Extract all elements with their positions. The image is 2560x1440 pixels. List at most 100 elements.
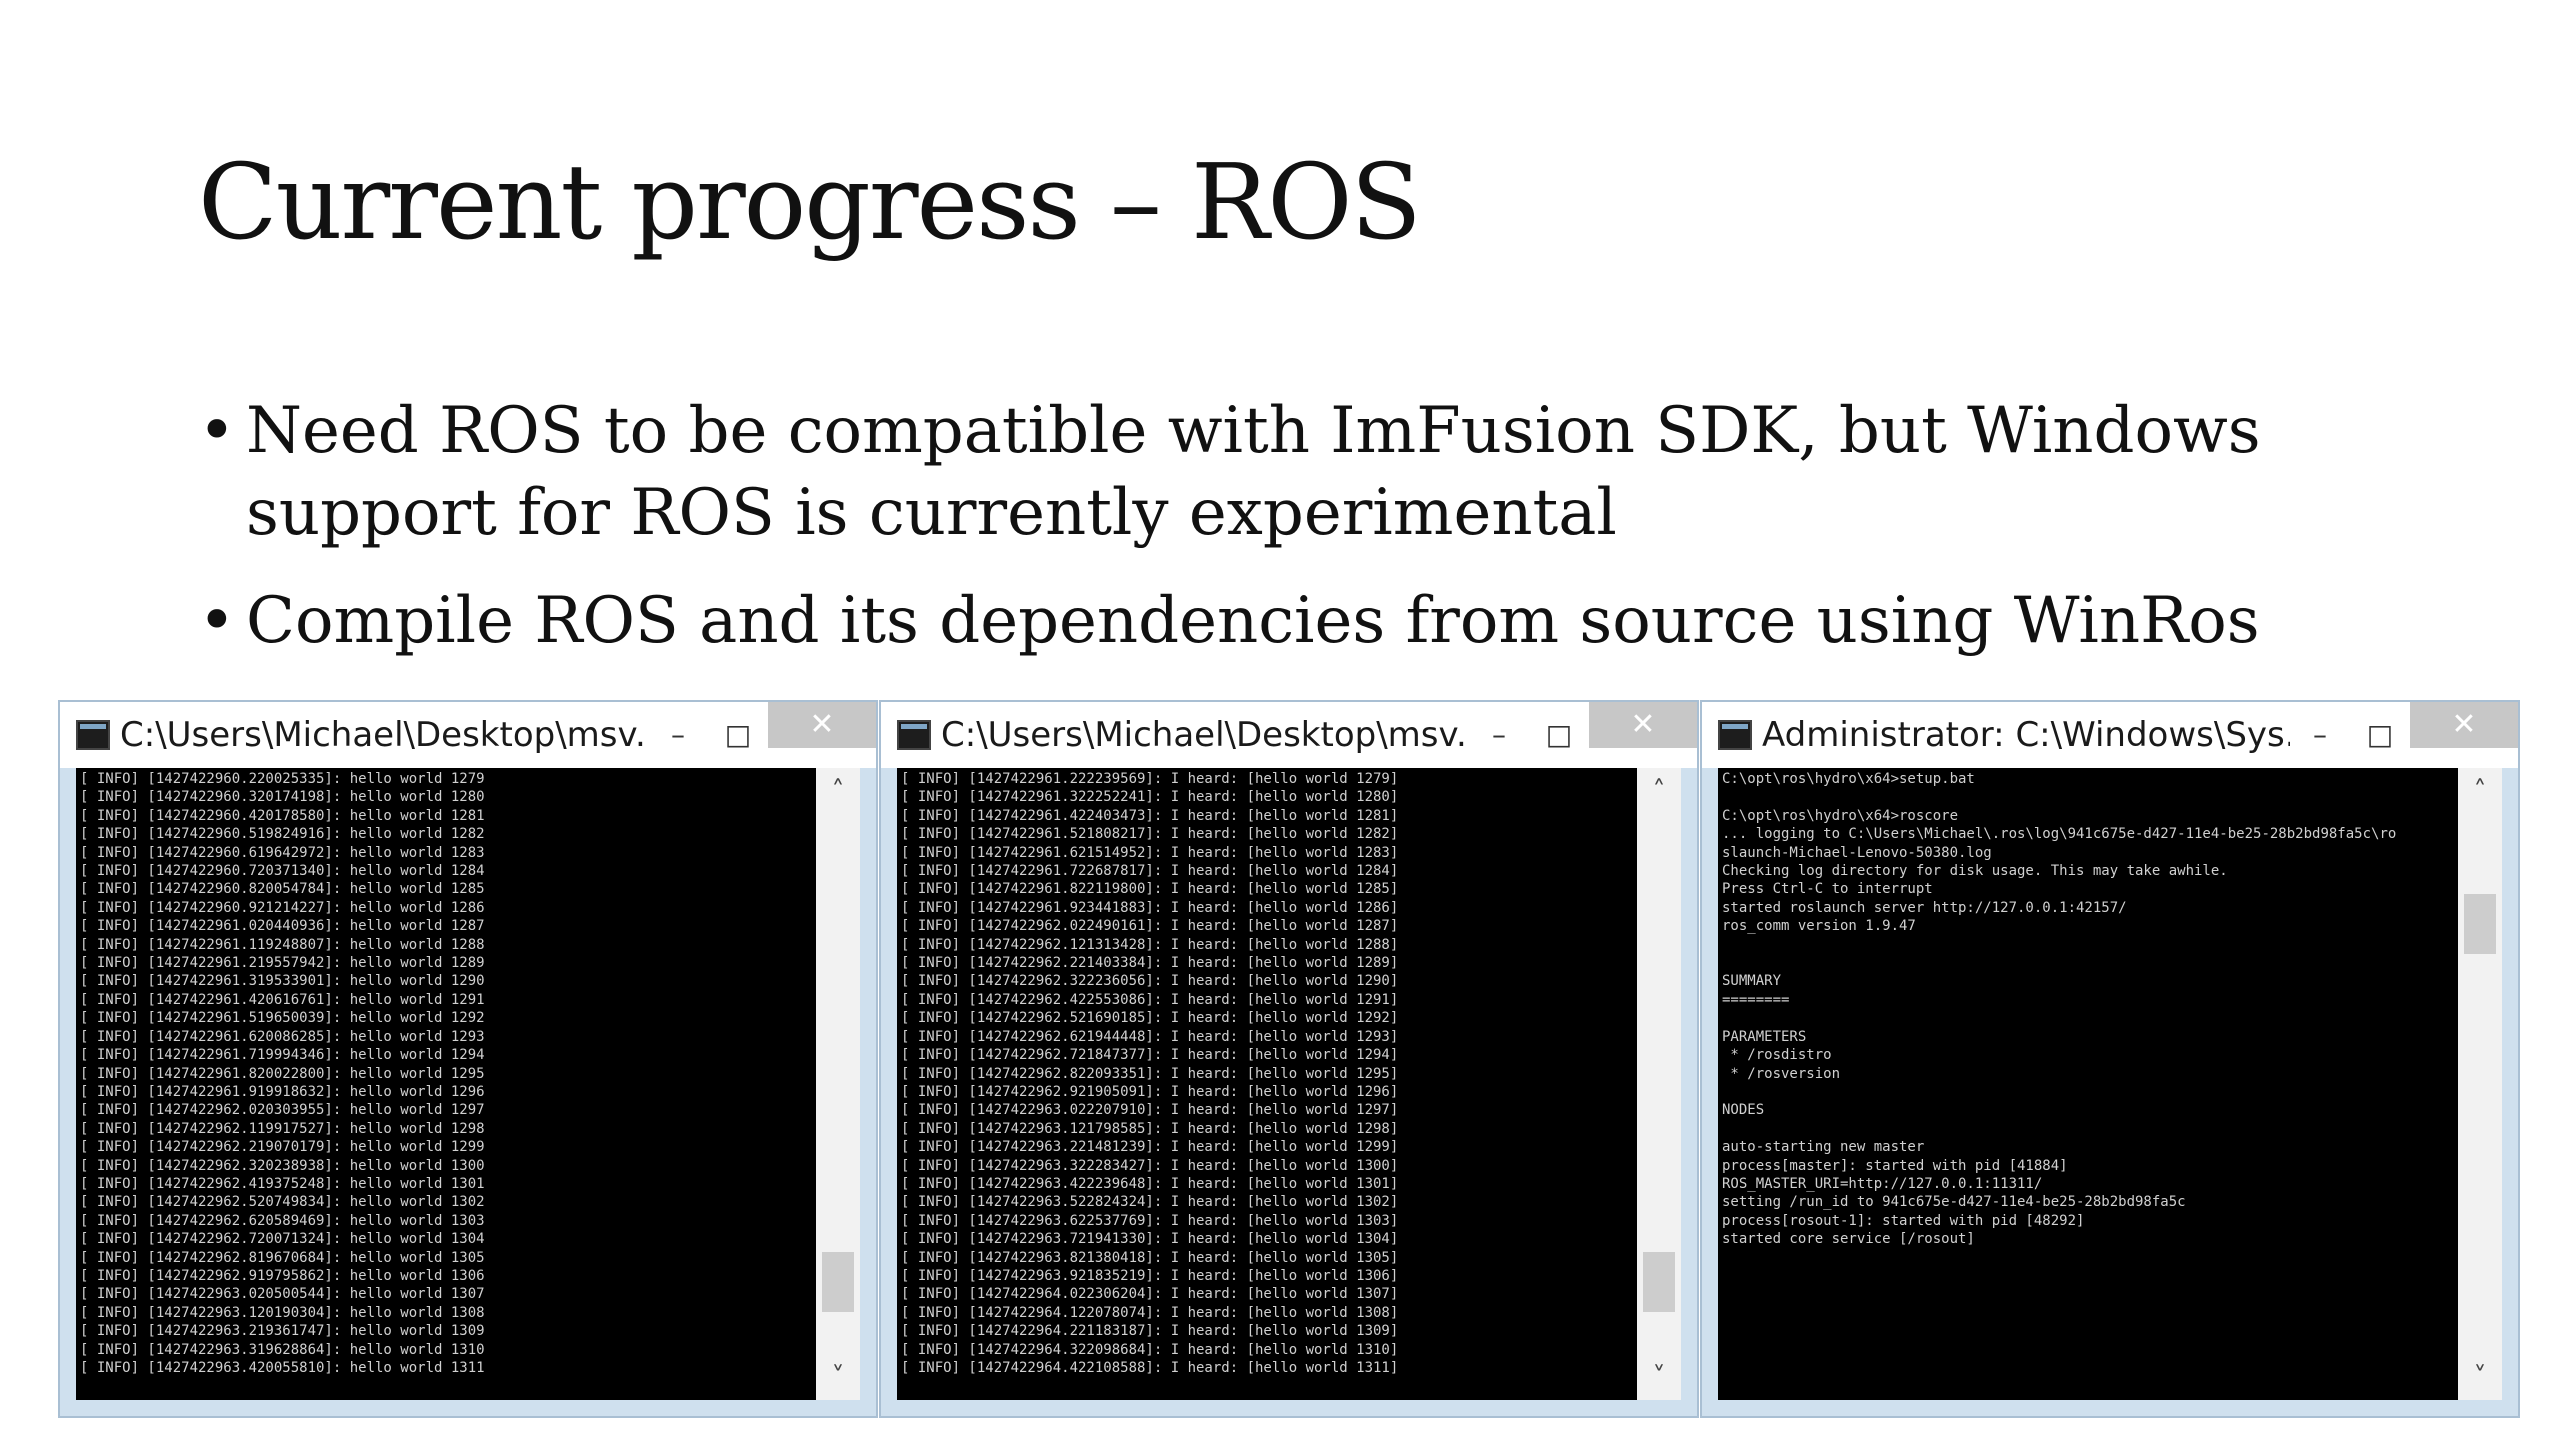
console-line: [ INFO] [1427422963.121798585]: I heard:… (901, 1120, 1399, 1137)
console-line: [ INFO] [1427422963.522824324]: I heard:… (901, 1194, 1399, 1211)
console-line: [ INFO] [1427422961.222239569]: I heard:… (901, 771, 1399, 787)
console-line: started roslaunch server http://127.0.0.… (1722, 899, 2127, 916)
maximize-button[interactable]: □ (2350, 702, 2410, 768)
scroll-down-arrow-icon[interactable]: ˅ (1637, 1362, 1681, 1392)
console-line: [ INFO] [1427422960.220025335]: hello wo… (80, 771, 485, 787)
scroll-down-arrow-icon[interactable]: ˅ (816, 1362, 860, 1392)
close-button[interactable]: ✕ (2410, 702, 2518, 748)
vertical-scrollbar[interactable]: ˄ ˅ (816, 768, 860, 1400)
console-line: [ INFO] [1427422963.622537769]: I heard:… (901, 1212, 1399, 1229)
console-line: [ INFO] [1427422962.520749834]: hello wo… (80, 1194, 485, 1211)
console-window-listener[interactable]: C:\Users\Michael\Desktop\msv... – □ ✕ [ … (879, 700, 1699, 1418)
console-line: [ INFO] [1427422963.821380418]: I heard:… (901, 1249, 1399, 1266)
bullet-marker: • (198, 394, 236, 468)
console-line: [ INFO] [1427422964.022306204]: I heard:… (901, 1286, 1399, 1303)
console-output[interactable]: C:\opt\ros\hydro\x64>setup.bat C:\opt\ro… (1718, 768, 2460, 1400)
console-icon (1718, 720, 1752, 750)
console-line: [ INFO] [1427422961.521808217]: I heard:… (901, 826, 1399, 843)
scrollbar-thumb[interactable] (1643, 1252, 1675, 1313)
scroll-up-arrow-icon[interactable]: ˄ (2458, 776, 2502, 806)
close-button[interactable]: ✕ (1589, 702, 1697, 748)
console-icon (76, 720, 110, 750)
console-line: [ INFO] [1427422962.919795862]: hello wo… (80, 1267, 485, 1284)
console-line: [ INFO] [1427422961.020440936]: hello wo… (80, 918, 485, 935)
console-line: [ INFO] [1427422963.721941330]: I heard:… (901, 1231, 1399, 1248)
console-window-roscore[interactable]: Administrator: C:\Windows\Sys... – □ ✕ C… (1700, 700, 2520, 1418)
maximize-button[interactable]: □ (708, 702, 768, 768)
bullet-list: • Need ROS to be compatible with ImFusio… (198, 390, 2458, 688)
scrollbar-thumb[interactable] (822, 1252, 854, 1313)
console-line: [ INFO] [1427422963.020500544]: hello wo… (80, 1286, 485, 1303)
console-line: [ INFO] [1427422961.319533901]: hello wo… (80, 973, 485, 990)
console-line: [ INFO] [1427422962.921905091]: I heard:… (901, 1083, 1399, 1100)
console-line: [ INFO] [1427422962.822093351]: I heard:… (901, 1065, 1399, 1082)
maximize-button[interactable]: □ (1529, 702, 1589, 768)
console-line: [ INFO] [1427422960.921214227]: hello wo… (80, 899, 485, 916)
scroll-up-arrow-icon[interactable]: ˄ (1637, 776, 1681, 806)
minimize-button[interactable]: – (648, 702, 708, 768)
bullet-item: • Compile ROS and its dependencies from … (198, 580, 2458, 662)
window-title: C:\Users\Michael\Desktop\msv... (941, 715, 1469, 755)
console-line: NODES (1722, 1102, 1765, 1119)
vertical-scrollbar[interactable]: ˄ ˅ (1637, 768, 1681, 1400)
window-title: Administrator: C:\Windows\Sys... (1762, 715, 2290, 755)
console-line: [ INFO] [1427422962.219070179]: hello wo… (80, 1139, 485, 1156)
console-line: [ INFO] [1427422962.620589469]: hello wo… (80, 1212, 485, 1229)
console-window-talker[interactable]: C:\Users\Michael\Desktop\msv... – □ ✕ [ … (58, 700, 878, 1418)
scroll-up-arrow-icon[interactable]: ˄ (816, 776, 860, 806)
console-line: [ INFO] [1427422962.121313428]: I heard:… (901, 936, 1399, 953)
console-line: Checking log directory for disk usage. T… (1722, 863, 2228, 880)
bullet-text: Compile ROS and its dependencies from so… (246, 584, 2260, 658)
console-line: [ INFO] [1427422962.419375248]: hello wo… (80, 1175, 485, 1192)
console-line: [ INFO] [1427422961.820022800]: hello wo… (80, 1065, 485, 1082)
console-line: ros_comm version 1.9.47 (1722, 918, 1916, 935)
console-line: [ INFO] [1427422963.319628864]: hello wo… (80, 1341, 485, 1358)
console-line: [ INFO] [1427422962.521690185]: I heard:… (901, 1010, 1399, 1027)
console-line: auto-starting new master (1722, 1139, 1925, 1156)
console-line: [ INFO] [1427422961.822119800]: I heard:… (901, 881, 1399, 898)
console-line: [ INFO] [1427422963.322283427]: I heard:… (901, 1157, 1399, 1174)
console-windows: C:\Users\Michael\Desktop\msv... – □ ✕ [ … (58, 700, 2520, 1418)
console-line: [ INFO] [1427422962.020303955]: hello wo… (80, 1102, 485, 1119)
bullet-marker: • (198, 584, 236, 658)
console-line: [ INFO] [1427422962.819670684]: hello wo… (80, 1249, 485, 1266)
minimize-button[interactable]: – (1469, 702, 1529, 768)
window-titlebar[interactable]: C:\Users\Michael\Desktop\msv... – □ ✕ (881, 702, 1697, 768)
console-line: [ INFO] [1427422962.721847377]: I heard:… (901, 1047, 1399, 1064)
console-line: [ INFO] [1427422962.119917527]: hello wo… (80, 1120, 485, 1137)
console-line: [ INFO] [1427422962.621944448]: I heard:… (901, 1028, 1399, 1045)
console-line: slaunch-Michael-Lenovo-50380.log (1722, 844, 1992, 861)
console-line: [ INFO] [1427422963.219361747]: hello wo… (80, 1323, 485, 1340)
console-line: [ INFO] [1427422960.320174198]: hello wo… (80, 789, 485, 806)
close-button[interactable]: ✕ (768, 702, 876, 748)
console-line: [ INFO] [1427422961.322252241]: I heard:… (901, 789, 1399, 806)
console-line: [ INFO] [1427422961.422403473]: I heard:… (901, 807, 1399, 824)
scroll-down-arrow-icon[interactable]: ˅ (2458, 1362, 2502, 1392)
minimize-button[interactable]: – (2290, 702, 2350, 768)
console-line: [ INFO] [1427422960.519824916]: hello wo… (80, 826, 485, 843)
console-line: [ INFO] [1427422962.322236056]: I heard:… (901, 973, 1399, 990)
console-line: Press Ctrl-C to interrupt (1722, 881, 1933, 898)
scrollbar-thumb[interactable] (2464, 893, 2496, 954)
console-line: [ INFO] [1427422960.619642972]: hello wo… (80, 844, 485, 861)
console-line: [ INFO] [1427422962.422553086]: I heard:… (901, 991, 1399, 1008)
window-titlebar[interactable]: C:\Users\Michael\Desktop\msv... – □ ✕ (60, 702, 876, 768)
console-line: [ INFO] [1427422961.420616761]: hello wo… (80, 991, 485, 1008)
console-output[interactable]: [ INFO] [1427422960.220025335]: hello wo… (76, 768, 818, 1400)
bullet-item: • Need ROS to be compatible with ImFusio… (198, 390, 2458, 554)
console-output[interactable]: [ INFO] [1427422961.222239569]: I heard:… (897, 768, 1639, 1400)
console-line: [ INFO] [1427422963.221481239]: I heard:… (901, 1139, 1399, 1156)
console-line: PARAMETERS (1722, 1028, 1807, 1045)
console-line: [ INFO] [1427422962.720071324]: hello wo… (80, 1231, 485, 1248)
bullet-text: Need ROS to be compatible with ImFusion … (246, 394, 2261, 550)
vertical-scrollbar[interactable]: ˄ ˅ (2458, 768, 2502, 1400)
console-line: [ INFO] [1427422964.422108588]: I heard:… (901, 1360, 1399, 1376)
console-line: [ INFO] [1427422961.519650039]: hello wo… (80, 1010, 485, 1027)
window-titlebar[interactable]: Administrator: C:\Windows\Sys... – □ ✕ (1702, 702, 2518, 768)
console-line: setting /run_id to 941c675e-d427-11e4-be… (1722, 1194, 2186, 1211)
